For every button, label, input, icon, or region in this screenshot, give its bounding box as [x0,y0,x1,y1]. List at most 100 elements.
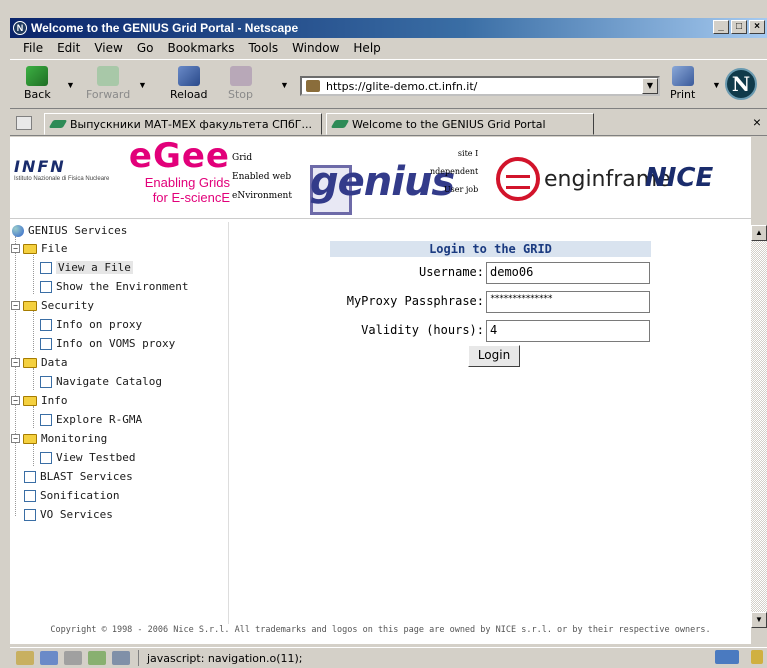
tab-label: Welcome to the GENIUS Grid Portal [352,117,546,131]
vertical-scrollbar[interactable]: ▲ ▼ [751,225,767,628]
stop-icon [229,66,252,86]
new-tab-icon[interactable] [16,116,32,130]
egee-logo: eGee Enabling Grids for E-sciencE [122,139,230,211]
validity-input[interactable]: 4 [486,320,650,342]
menu-window[interactable]: Window [285,41,346,55]
menu-bookmarks[interactable]: Bookmarks [160,41,241,55]
tree-folder-file[interactable]: − File [11,242,68,255]
services-tree: GENIUS Services − File View a File Show … [10,222,229,624]
infn-logo-text: INFN [14,157,66,176]
tree-item-show-environment[interactable]: Show the Environment [40,280,188,293]
stop-label: Stop [228,88,254,101]
tree-folder-security[interactable]: − Security [11,299,94,312]
stop-dropdown-icon[interactable]: ▼ [280,80,289,90]
netscape-logo-icon[interactable]: N [725,68,757,100]
collapse-icon[interactable]: − [11,301,20,310]
menu-go[interactable]: Go [130,41,161,55]
collapse-icon[interactable]: − [11,244,20,253]
tree-item-info-on-voms-proxy[interactable]: Info on VOMS proxy [40,337,175,350]
username-row: Username: demo06 [330,262,650,284]
menu-tools[interactable]: Tools [242,41,286,55]
reload-button[interactable]: Reload [170,66,207,101]
acronym-word: site I [457,149,479,158]
url-text: https://glite-demo.ct.infn.it/ [326,79,478,93]
passphrase-label: MyProxy Passphrase: [346,294,484,308]
tree-item-info-on-proxy[interactable]: Info on proxy [40,318,142,331]
folder-icon [23,300,37,311]
collapse-icon[interactable]: − [11,396,20,405]
back-label: Back [24,88,51,101]
back-arrow-icon [26,66,49,86]
tree-item-view-a-file[interactable]: View a File [40,261,133,274]
document-icon [24,489,36,502]
document-icon [40,451,52,464]
tree-item-label: Monitoring [41,432,108,445]
close-tab-icon[interactable]: × [753,114,761,130]
url-dropdown-icon[interactable]: ▼ [642,78,658,94]
im-icon[interactable] [64,651,82,665]
mail-icon[interactable] [40,651,58,665]
site-lock-icon [306,80,320,92]
scroll-down-icon[interactable]: ▼ [751,612,767,628]
forward-label: Forward [86,88,131,101]
tree-item-label: File [41,242,68,255]
forward-dropdown-icon[interactable]: ▼ [138,80,147,90]
close-button[interactable]: × [749,20,765,34]
acronym-word: ndependent [430,167,479,176]
document-icon [40,413,52,426]
title-bar: N Welcome to the GENIUS Grid Portal - Ne… [10,18,767,38]
globe-icon [12,224,24,237]
navigator-icon[interactable] [16,651,34,665]
address-book-icon[interactable] [112,651,130,665]
tree-root-label: GENIUS Services [28,224,128,237]
print-dropdown-icon[interactable]: ▼ [712,80,721,90]
copyright-footer: Copyright © 1998 - 2006 Nice S.r.l. All … [50,625,711,635]
status-text: javascript: navigation.o(11); [147,651,303,665]
enginframe-ring-icon [496,157,540,201]
url-bar[interactable]: https://glite-demo.ct.infn.it/ ▼ [300,76,660,96]
collapse-icon[interactable]: − [11,434,20,443]
stop-button[interactable]: Stop [228,66,253,101]
back-dropdown-icon[interactable]: ▼ [66,80,75,90]
header-banner: INFN Istituto Nazionale di Fisica Nuclea… [10,137,751,219]
menu-edit[interactable]: Edit [50,41,87,55]
tree-folder-monitoring[interactable]: − Monitoring [11,432,107,445]
maximize-button[interactable]: □ [731,20,747,34]
genius-acronym-right: site I ndependent User job [430,145,478,199]
minimize-button[interactable]: _ [713,20,729,34]
reload-label: Reload [170,88,208,101]
tree-item-sonification[interactable]: Sonification [24,489,119,502]
tree-folder-data[interactable]: − Data [11,356,68,369]
passphrase-input[interactable]: ************** [486,291,650,313]
login-button[interactable]: Login [468,345,520,367]
document-icon [40,280,52,293]
scroll-up-icon[interactable]: ▲ [751,225,767,241]
menu-help[interactable]: Help [346,41,387,55]
status-bar: javascript: navigation.o(11); [10,647,767,668]
tree-item-vo-services[interactable]: VO Services [24,508,113,521]
tree-item-label: VO Services [40,508,113,521]
security-lock-icon[interactable] [751,650,763,664]
tree-item-navigate-catalog[interactable]: Navigate Catalog [40,375,162,388]
tab-genius[interactable]: Welcome to the GENIUS Grid Portal [326,113,594,135]
tree-item-explore-rgma[interactable]: Explore R-GMA [40,413,142,426]
document-icon [40,375,52,388]
tree-root[interactable]: GENIUS Services [12,224,127,237]
composer-icon[interactable] [88,651,106,665]
tree-folder-info[interactable]: − Info [11,394,68,407]
back-button[interactable]: Back [24,66,51,101]
username-input[interactable]: demo06 [486,262,650,284]
passphrase-row: MyProxy Passphrase: ************** [330,291,650,313]
document-icon [40,318,52,331]
collapse-icon[interactable]: − [11,358,20,367]
tab-vypuskniki[interactable]: Выпускники МАТ-МЕХ факультета СПбГ... [44,113,322,135]
forward-button[interactable]: Forward [86,66,130,101]
menu-view[interactable]: View [87,41,129,55]
folder-icon [23,433,37,444]
tree-item-blast-services[interactable]: BLAST Services [24,470,133,483]
print-label: Print [670,88,696,101]
menu-file[interactable]: File [16,41,50,55]
tree-item-view-testbed[interactable]: View Testbed [40,451,135,464]
print-button[interactable]: Print [670,66,695,101]
document-icon [24,470,36,483]
